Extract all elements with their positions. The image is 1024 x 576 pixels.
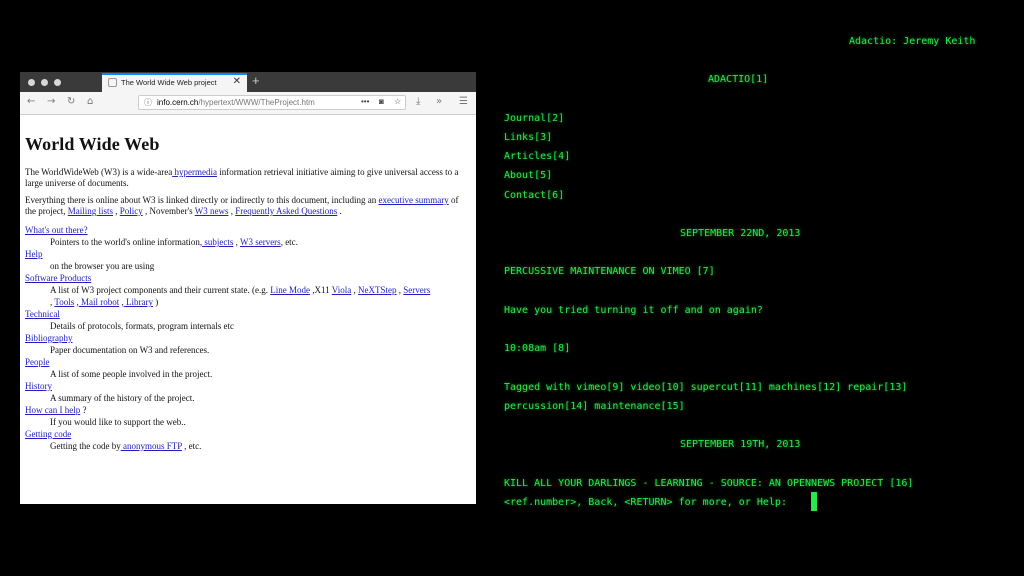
minimize-window-button[interactable]	[41, 79, 48, 86]
help-link[interactable]: Help	[25, 249, 43, 259]
page-title: World Wide Web	[25, 134, 160, 154]
terminal-nav-links[interactable]: Links[3]	[504, 132, 552, 143]
nextstep-link[interactable]: NeXTStep	[358, 285, 397, 295]
terminal-cursor[interactable]	[811, 492, 817, 511]
w3-news-link[interactable]: W3 news	[195, 206, 229, 216]
how-can-i-help-desc: If you would like to support the web..	[50, 417, 186, 427]
terminal-nav-journal[interactable]: Journal[2]	[504, 113, 564, 124]
terminal-date-1: SEPTEMBER 22ND, 2013	[680, 228, 801, 239]
separator: ,	[351, 285, 359, 295]
history-link[interactable]: History	[25, 381, 52, 391]
bibliography-desc: Paper documentation on W3 and references…	[50, 345, 210, 355]
terminal-post-body: Have you tried turning it off and on aga…	[504, 305, 763, 316]
servers-link[interactable]: Servers	[403, 285, 430, 295]
download-icon[interactable]: ⤓	[416, 96, 420, 107]
browser-window: The World Wide Web project ✕ + ← → ↻ ⌂ ⓘ…	[20, 72, 476, 504]
terminal-nav-articles[interactable]: Articles[4]	[504, 151, 570, 162]
pocket-icon[interactable]: ◙	[379, 97, 384, 106]
tab-bar: The World Wide Web project ✕ +	[20, 72, 476, 92]
home-icon[interactable]: ⌂	[87, 96, 93, 107]
favicon-icon	[108, 78, 117, 87]
history-desc: A summary of the history of the project.	[50, 393, 195, 403]
new-tab-button[interactable]: +	[252, 73, 260, 88]
help-desc: on the browser you are using	[50, 261, 155, 271]
terminal-post-title[interactable]: PERCUSSIVE MAINTENANCE ON VIMEO [7]	[504, 266, 715, 277]
library-link[interactable]: Library	[124, 297, 153, 307]
reload-icon[interactable]: ↻	[67, 96, 75, 107]
forward-icon[interactable]: →	[47, 96, 55, 107]
executive-summary-link[interactable]: executive summary	[379, 195, 449, 205]
separator: ?	[80, 405, 87, 415]
terminal-post2-title[interactable]: KILL ALL YOUR DARLINGS - LEARNING - SOUR…	[504, 478, 913, 489]
getting-code-link[interactable]: Getting code	[25, 429, 71, 439]
url-path: /hypertext/WWW/TheProject.htm	[198, 98, 315, 107]
terminal-tags-line-2[interactable]: percussion[14] maintenance[15]	[504, 401, 685, 412]
terminal-nav-contact[interactable]: Contact[6]	[504, 190, 564, 201]
intro-paragraph: The WorldWideWeb (W3) is a wide-area hyp…	[25, 167, 471, 189]
url-text[interactable]: info.cern.ch/hypertext/WWW/TheProject.ht…	[157, 98, 315, 107]
desc-text: Getting the code by	[50, 441, 121, 451]
tab-active[interactable]: The World Wide Web project ✕	[102, 73, 247, 92]
policy-link[interactable]: Policy	[120, 206, 143, 216]
whats-out-there-link[interactable]: What's out there?	[25, 225, 88, 235]
info-icon[interactable]: ⓘ	[144, 97, 152, 108]
bibliography-link[interactable]: Bibliography	[25, 333, 73, 343]
getting-code-desc: Getting the code by anonymous FTP , etc.	[50, 440, 471, 452]
separator: ,	[233, 237, 240, 247]
faq-link[interactable]: Frequently Asked Questions	[235, 206, 337, 216]
hypermedia-link[interactable]: hypermedia	[172, 167, 216, 177]
terminal-post-time[interactable]: 10:08am [8]	[504, 343, 570, 354]
technical-desc: Details of protocols, formats, program i…	[50, 321, 234, 331]
close-window-button[interactable]	[28, 79, 35, 86]
maximize-window-button[interactable]	[54, 79, 61, 86]
viola-link[interactable]: Viola	[332, 285, 351, 295]
overflow-icon[interactable]: »	[436, 96, 442, 107]
terminal-prompt: <ref.number>, Back, <RETURN> for more, o…	[504, 497, 787, 508]
everything-text-3: , November's	[142, 206, 195, 216]
url-host: info.cern.ch	[157, 98, 199, 107]
more-icon[interactable]: •••	[361, 97, 369, 106]
tab-title: The World Wide Web project	[121, 78, 217, 87]
page-content: World Wide Web The WorldWideWeb (W3) is …	[20, 114, 476, 452]
menu-icon[interactable]: ☰	[459, 96, 468, 107]
tab-close-icon[interactable]: ✕	[233, 76, 241, 87]
desc-text: ,X11	[310, 285, 332, 295]
desc-text: , etc.	[181, 441, 202, 451]
software-products-desc: A list of W3 project components and thei…	[50, 284, 471, 308]
line-mode-link[interactable]: Line Mode	[270, 285, 310, 295]
desc-text: Pointers to the world's online informati…	[50, 237, 203, 247]
mailing-lists-link[interactable]: Mailing lists	[68, 206, 113, 216]
desc-text: A list of W3 project components and thei…	[50, 285, 271, 295]
terminal-tags-line-1[interactable]: Tagged with vimeo[9] video[10] supercut[…	[504, 382, 907, 393]
intro-text: The WorldWideWeb (W3) is a wide-area	[25, 167, 173, 177]
topic-list: What's out there? Pointers to the world'…	[25, 224, 471, 452]
everything-paragraph: Everything there is online about W3 is l…	[25, 195, 471, 217]
speaker-label: Adactio: Jeremy Keith	[849, 36, 976, 47]
technical-link[interactable]: Technical	[25, 309, 60, 319]
terminal-nav-about[interactable]: About[5]	[504, 170, 552, 181]
navigation-bar: ← → ↻ ⌂ ⓘ info.cern.ch/hypertext/WWW/The…	[20, 92, 476, 115]
anonymous-ftp-link[interactable]: anonymous FTP	[121, 441, 182, 451]
w3-servers-link[interactable]: W3 servers	[240, 237, 281, 247]
tools-link[interactable]: Tools	[54, 297, 74, 307]
separator: .	[337, 206, 342, 216]
mail-robot-link[interactable]: Mail robot	[79, 297, 119, 307]
whats-out-there-desc: Pointers to the world's online informati…	[50, 236, 471, 248]
desc-text: , etc.	[280, 237, 298, 247]
people-desc: A list of some people involved in the pr…	[50, 369, 213, 379]
terminal-header[interactable]: ADACTIO[1]	[708, 74, 768, 85]
star-icon[interactable]: ☆	[394, 97, 401, 106]
everything-text: Everything there is online about W3 is l…	[25, 195, 379, 205]
separator: ,	[113, 206, 120, 216]
terminal-date-2: SEPTEMBER 19TH, 2013	[680, 439, 801, 450]
separator: )	[152, 297, 159, 307]
url-bar[interactable]: ⓘ info.cern.ch/hypertext/WWW/TheProject.…	[138, 95, 406, 110]
subjects-link[interactable]: subjects	[202, 237, 233, 247]
how-can-i-help-link[interactable]: How can I help	[25, 405, 80, 415]
software-products-link[interactable]: Software Products	[25, 273, 91, 283]
back-icon[interactable]: ←	[27, 96, 35, 107]
people-link[interactable]: People	[25, 357, 50, 367]
